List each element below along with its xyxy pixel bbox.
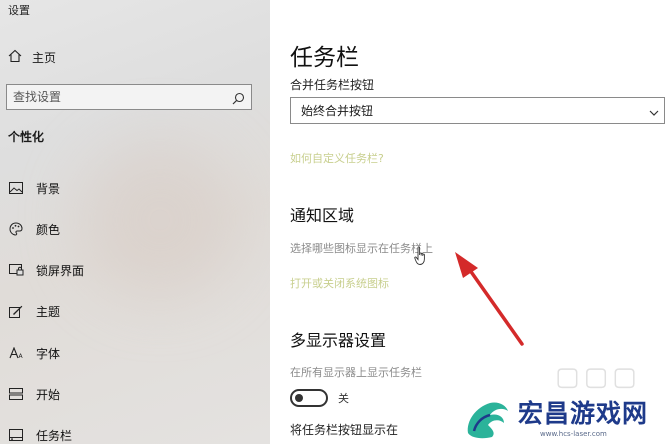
start-icon xyxy=(8,386,24,402)
toggle-state-label: 关 xyxy=(338,392,349,405)
search-input[interactable] xyxy=(7,85,228,109)
background-blur xyxy=(80,140,240,300)
sidebar-item-label: 主题 xyxy=(36,304,61,319)
search-icon[interactable] xyxy=(232,90,245,109)
chevron-down-icon xyxy=(648,104,660,123)
select-icons-link[interactable]: 选择哪些图标显示在任务栏上 xyxy=(290,240,433,256)
page-title: 任务栏 xyxy=(290,45,359,71)
sidebar-item-label: 颜色 xyxy=(36,222,61,237)
sidebar-item-home[interactable]: 主页 xyxy=(8,48,56,66)
system-icons-link[interactable]: 打开或关闭系统图标 xyxy=(290,275,389,291)
sidebar-item-label: 字体 xyxy=(36,346,61,361)
sidebar-item-taskbar[interactable]: 任务栏 xyxy=(8,426,72,444)
theme-brush-icon xyxy=(8,303,24,319)
svg-text:A: A xyxy=(19,353,24,359)
taskbar-icon xyxy=(8,427,24,443)
multiple-displays-title: 多显示器设置 xyxy=(290,331,387,350)
show-taskbar-all-displays-label: 在所有显示器上显示任务栏 xyxy=(290,366,422,379)
dragon-logo-icon xyxy=(462,393,514,445)
sidebar: 设置 主页 个性化 背景 颜色 锁屏界面 主题 xyxy=(0,0,270,444)
show-taskbar-all-displays-toggle[interactable] xyxy=(290,389,328,407)
sidebar-item-label: 主页 xyxy=(32,50,57,65)
window-title: 设置 xyxy=(8,4,30,17)
combine-buttons-dropdown[interactable]: 始终合并按钮 xyxy=(290,97,665,124)
toggle-knob xyxy=(295,394,303,402)
combine-buttons-label: 合并任务栏按钮 xyxy=(290,78,375,92)
hand-cursor-icon xyxy=(414,246,428,270)
sidebar-item-label: 任务栏 xyxy=(36,428,73,443)
picture-icon xyxy=(8,180,24,196)
palette-icon xyxy=(8,221,24,237)
sidebar-item-lock-screen[interactable]: 锁屏界面 xyxy=(8,261,84,279)
lock-screen-icon xyxy=(8,262,24,278)
sidebar-item-background[interactable]: 背景 xyxy=(8,179,60,197)
sidebar-item-label: 锁屏界面 xyxy=(36,263,85,278)
watermark-text: 宏昌游戏网 xyxy=(518,399,649,428)
taskbar-buttons-position-label: 将任务栏按钮显示在 xyxy=(290,423,399,437)
customize-taskbar-link[interactable]: 如何自定义任务栏? xyxy=(290,150,384,166)
sidebar-item-colors[interactable]: 颜色 xyxy=(8,220,60,238)
font-icon: A xyxy=(8,345,24,361)
home-icon xyxy=(8,48,22,67)
search-box[interactable] xyxy=(6,84,252,110)
sidebar-item-themes[interactable]: 主题 xyxy=(8,302,60,320)
watermark-ghost: ▢▢▢ xyxy=(555,362,641,392)
section-title: 个性化 xyxy=(8,130,45,144)
dropdown-selected-value: 始终合并按钮 xyxy=(301,104,374,118)
sidebar-item-label: 开始 xyxy=(36,387,61,402)
sidebar-item-start[interactable]: 开始 xyxy=(8,385,60,403)
sidebar-item-fonts[interactable]: A 字体 xyxy=(8,344,60,362)
watermark-url: www.hcs-laser.com xyxy=(540,430,607,438)
sidebar-item-label: 背景 xyxy=(36,181,61,196)
notification-area-title: 通知区域 xyxy=(290,206,355,225)
